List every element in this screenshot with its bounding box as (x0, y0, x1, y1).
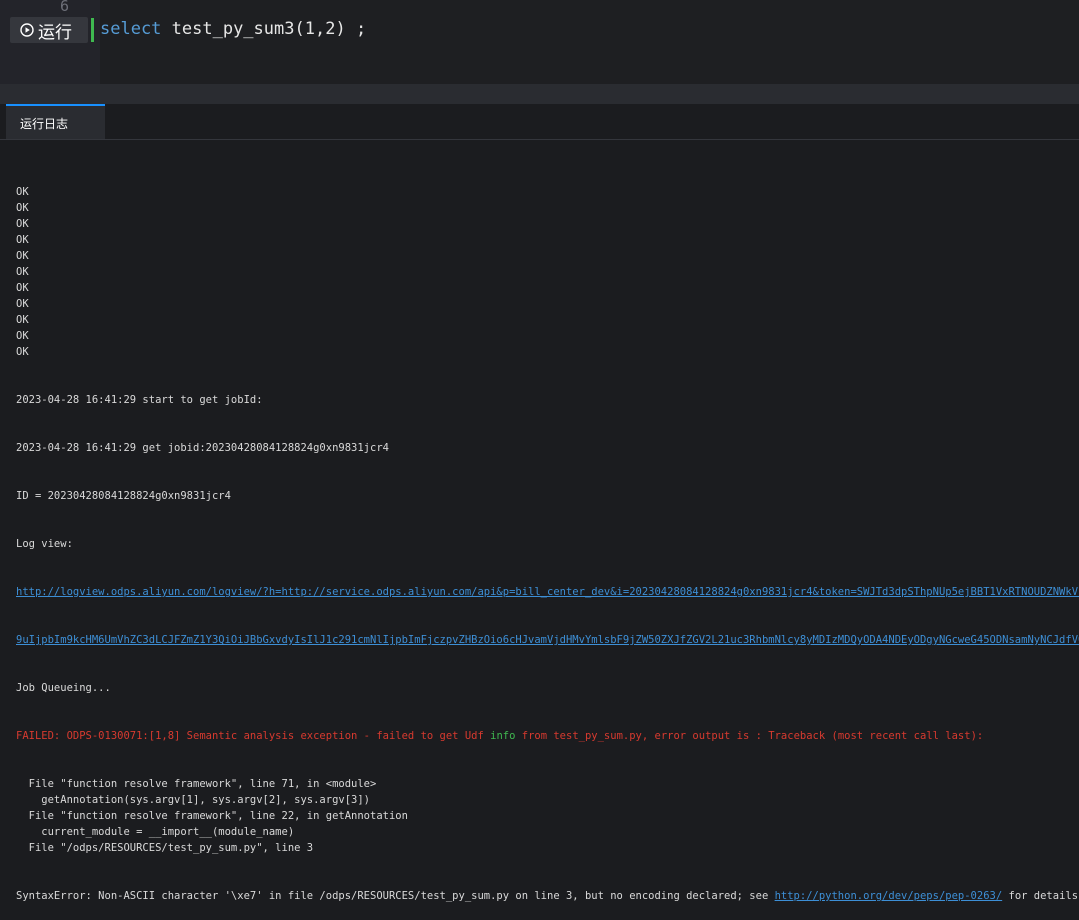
run-button-label: 运行 (38, 22, 72, 43)
log-line-ok: OK (16, 186, 29, 198)
traceback-line: current_module = __import__(module_name) (16, 826, 295, 838)
code-sep: , (314, 19, 326, 39)
log-line-ok: OK (16, 346, 29, 358)
active-line-indicator (91, 18, 94, 42)
log-line: Log view: (16, 538, 73, 550)
run-button[interactable]: 运行 (10, 17, 88, 43)
pep-link[interactable]: http://python.org/dev/peps/pep-0263/ (775, 890, 1003, 902)
log-line-ok: OK (16, 282, 29, 294)
log-line-ok: OK (16, 330, 29, 342)
sql-editor[interactable]: 6 运行 select test_py_sum3(1,2) ; (0, 0, 1079, 84)
traceback-line: File "/odps/RESOURCES/test_py_sum.py", l… (16, 842, 314, 854)
editor-gutter: 6 运行 (0, 0, 100, 84)
code-function: test_py_sum3( (161, 19, 305, 39)
sql-keyword: select (100, 19, 162, 39)
code-arg: 2 (325, 19, 336, 39)
log-line: 2023-04-28 16:41:29 start to get jobId: (16, 394, 263, 406)
error-line: FAILED: ODPS-0130071:[1,8] Semantic anal… (16, 730, 984, 742)
log-line-ok: OK (16, 266, 29, 278)
panel-resize-handle[interactable] (0, 84, 1079, 104)
code-arg: 1 (304, 19, 315, 39)
traceback-line: File "function resolve framework", line … (16, 778, 377, 790)
log-line: Job Queueing... (16, 682, 111, 694)
play-icon (20, 23, 34, 37)
log-line-ok: OK (16, 314, 29, 326)
code-line[interactable]: select test_py_sum3(1,2) ; (100, 19, 366, 39)
logview-link-cont[interactable]: 9uIjpbIm9kcHM6UmVhZC3dLCJFZmZ1Y3QiOiJBbG… (16, 634, 1079, 646)
run-log-output: OK OK OK OK OK OK OK OK OK OK OK 2023-04-28 16:41:… (16, 152, 1079, 920)
log-line-ok: OK (16, 218, 29, 230)
log-line-ok: OK (16, 298, 29, 310)
log-line-ok: OK (16, 202, 29, 214)
line-number: 6 (60, 0, 70, 15)
log-line: ID = 20230428084128824g0xn9831jcr4 (16, 490, 231, 502)
tab-run-log[interactable]: 运行日志 (6, 104, 105, 139)
syntax-error-line: SyntaxError: Non-ASCII character '\xe7' … (16, 890, 1079, 902)
code-tail: ) ; (335, 19, 367, 39)
result-tabbar: 运行日志 (0, 104, 1079, 140)
log-line: 2023-04-28 16:41:29 get jobid:2023042808… (16, 442, 389, 454)
traceback-line: File "function resolve framework", line … (16, 810, 408, 822)
logview-link[interactable]: http://logview.odps.aliyun.com/logview/?… (16, 586, 1079, 598)
traceback-line: getAnnotation(sys.argv[1], sys.argv[2], … (16, 794, 371, 806)
log-line-ok: OK (16, 234, 29, 246)
log-line-ok: OK (16, 250, 29, 262)
